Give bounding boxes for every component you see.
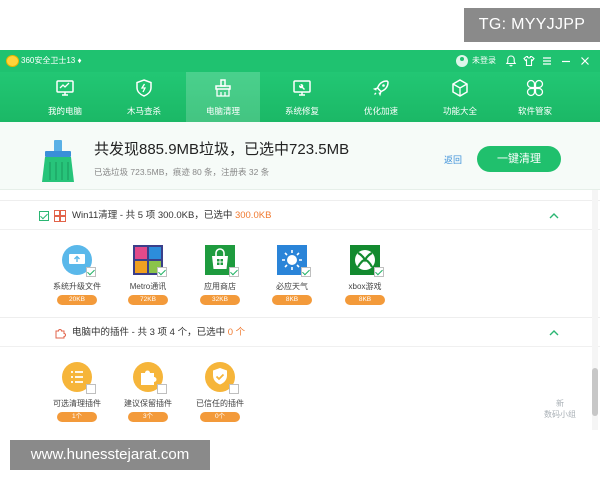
back-link[interactable]: 返回 [444, 154, 462, 166]
app-title: 360安全卫士13 ♦ [21, 56, 82, 65]
section-title: 电脑中的插件 - 共 3 项 4 个，已选中 0 个 [72, 327, 245, 339]
watermark-bottom: www.hunesstejarat.com [10, 440, 210, 470]
broom-icon [215, 79, 231, 97]
one-click-clean-button[interactable]: 一键清理 [477, 146, 561, 172]
nav-item-speedup[interactable]: 优化加速 [344, 72, 418, 122]
tile-optional-plugins[interactable]: 可选清理插件 1个 [40, 361, 114, 437]
scan-details: 已选垃圾 723.5MB，痕迹 80 条，注册表 32 条 [94, 167, 270, 177]
app-window: 360安全卫士13 ♦ 未登录 我的电脑 木马查杀 电脑清理 系统修复 优化加速… [0, 50, 600, 480]
tile-checkbox[interactable] [374, 267, 384, 277]
tile-label: 已信任的插件 [196, 399, 244, 408]
section-checkbox[interactable] [39, 211, 49, 221]
tile-checkbox[interactable] [229, 384, 239, 394]
tile-label: 系统升级文件 [53, 282, 101, 291]
broom-icon [42, 140, 74, 182]
tile-xbox[interactable]: xbox游戏 8KB [328, 244, 402, 320]
user-avatar-icon[interactable] [456, 55, 468, 67]
minimize-icon[interactable] [559, 54, 573, 68]
section-selected-amount: 0 个 [227, 327, 246, 338]
tile-size-badge: 32KB [200, 295, 240, 305]
nav-item-software-manager[interactable]: 软件管家 [498, 72, 572, 122]
puzzle-icon [55, 329, 66, 339]
nav-label: 系统修复 [284, 106, 319, 116]
nav-label: 功能大全 [442, 106, 477, 116]
section-title: Win11清理 - 共 5 项 300.0KB，已选中 300.0KB [72, 210, 271, 222]
tile-size-badge: 72KB [128, 295, 168, 305]
tile-trusted-plugins[interactable]: 已信任的插件 0个 [183, 361, 257, 437]
login-link[interactable]: 未登录 [472, 55, 496, 67]
menu-icon[interactable] [540, 54, 554, 68]
section-title-text: 电脑中的插件 - 共 3 项 4 个，已选中 [72, 327, 228, 338]
scan-headline: 共发现885.9MB垃圾，已选中723.5MB [94, 141, 350, 158]
nav-label: 优化加速 [363, 106, 398, 116]
title-bar: 360安全卫士13 ♦ 未登录 [0, 50, 600, 72]
scrollbar-thumb[interactable] [592, 368, 598, 416]
tile-app-store[interactable]: 应用商店 32KB [183, 244, 257, 320]
watermark-corner-line: 数码小组 [544, 410, 576, 419]
watermark-top: TG: MYYJJPP [464, 8, 600, 42]
chevron-up-icon[interactable] [548, 327, 560, 339]
nav-item-features[interactable]: 功能大全 [423, 72, 497, 122]
section-header-plugins[interactable]: 电脑中的插件 - 共 3 项 4 个，已选中 0 个 [0, 317, 600, 347]
bell-icon[interactable] [504, 54, 518, 68]
wrench-icon [293, 80, 311, 96]
tile-checkbox[interactable] [86, 267, 96, 277]
nav-item-cleanup[interactable]: 电脑清理 [186, 72, 260, 122]
tile-size-badge: 8KB [345, 295, 385, 305]
nav-item-system-repair[interactable]: 系统修复 [265, 72, 339, 122]
tile-checkbox[interactable] [157, 267, 167, 277]
tile-bing-weather[interactable]: 必应天气 8KB [255, 244, 329, 320]
scan-summary: 共发现885.9MB垃圾，已选中723.5MB 已选垃圾 723.5MB，痕迹 … [0, 122, 600, 190]
tile-label: xbox游戏 [348, 282, 382, 291]
section-header-win11[interactable]: Win11清理 - 共 5 项 300.0KB，已选中 300.0KB [0, 200, 600, 230]
tile-label: 必应天气 [276, 282, 308, 291]
chevron-up-icon[interactable] [548, 210, 560, 222]
tile-size-badge: 8KB [272, 295, 312, 305]
tile-label: Metro通讯 [129, 282, 167, 291]
tile-label: 可选清理插件 [53, 399, 101, 408]
app-logo-icon [6, 55, 19, 67]
rocket-icon [372, 80, 389, 97]
windows-logo-icon [54, 210, 66, 222]
section-title-text: Win11清理 - 共 5 项 300.0KB，已选中 [72, 210, 235, 221]
monitor-icon [56, 80, 74, 96]
nav-item-my-computer[interactable]: 我的电脑 [28, 72, 102, 122]
watermark-corner: 新 数码小组 [530, 398, 590, 420]
tile-system-update[interactable]: 系统升级文件 20KB [40, 244, 114, 320]
close-icon[interactable] [578, 54, 592, 68]
tile-count-badge: 1个 [57, 412, 97, 422]
main-nav: 我的电脑 木马查杀 电脑清理 系统修复 优化加速 功能大全 软件管家 [0, 72, 600, 122]
nav-label: 我的电脑 [47, 106, 82, 116]
tile-size-badge: 20KB [57, 295, 97, 305]
screenshot-root: TG: MYYJJPP 360安全卫士13 ♦ 未登录 我的电脑 木马查杀 电脑… [0, 0, 600, 480]
section-selected-amount: 300.0KB [234, 210, 272, 221]
tile-checkbox[interactable] [301, 267, 311, 277]
tile-checkbox[interactable] [86, 384, 96, 394]
tile-count-badge: 3个 [128, 412, 168, 422]
nav-label: 木马查杀 [126, 106, 161, 116]
tile-label: 应用商店 [204, 282, 236, 291]
nav-label: 电脑清理 [205, 106, 240, 116]
watermark-corner-line: 新 [556, 399, 564, 408]
shield-icon [136, 79, 152, 97]
tile-metro-apps[interactable]: Metro通讯 72KB [111, 244, 185, 320]
tile-recommended-plugins[interactable]: 建议保留插件 3个 [111, 361, 185, 437]
nav-item-trojan-scan[interactable]: 木马查杀 [107, 72, 181, 122]
nav-label: 软件管家 [517, 106, 552, 116]
tile-checkbox[interactable] [229, 267, 239, 277]
cube-icon [452, 79, 468, 97]
shirt-icon[interactable] [522, 54, 536, 68]
tile-label: 建议保留插件 [124, 399, 172, 408]
grid-icon [526, 79, 544, 97]
tile-count-badge: 0个 [200, 412, 240, 422]
tile-checkbox[interactable] [157, 384, 167, 394]
